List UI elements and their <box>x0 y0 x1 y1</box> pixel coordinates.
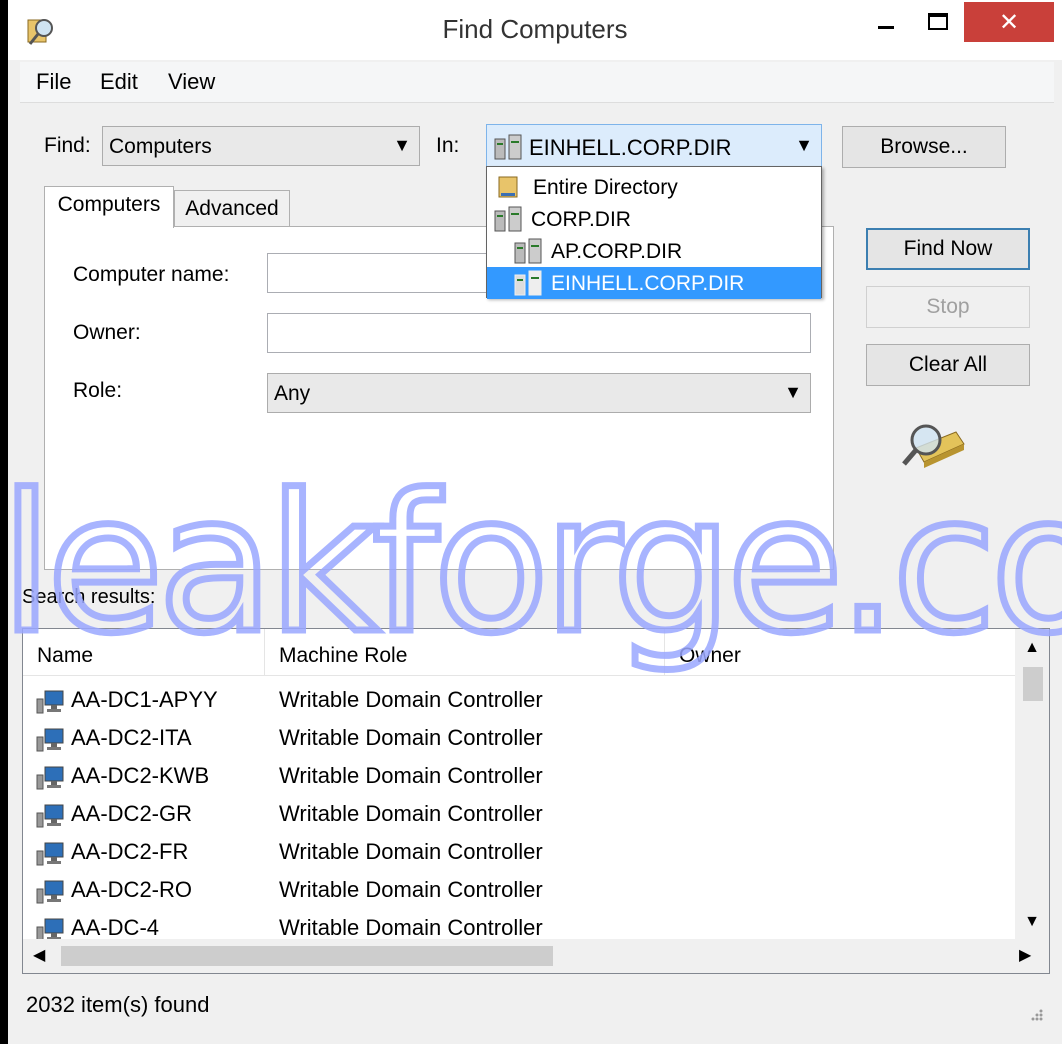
domain-dropdown-list: Entire Directory CORP.DIR AP.CORP.DIR EI… <box>486 166 822 299</box>
computer-icon <box>36 690 64 714</box>
column-header-machine-role[interactable]: Machine Role <box>265 629 665 675</box>
machine-role-cell: Writable Domain Controller <box>279 915 543 940</box>
machine-role-cell: Writable Domain Controller <box>279 839 543 864</box>
horizontal-scroll-thumb[interactable] <box>61 946 553 966</box>
machine-role-cell: Writable Domain Controller <box>279 877 543 902</box>
clear-all-button[interactable]: Clear All <box>866 344 1030 386</box>
domain-tree-icon <box>494 206 522 232</box>
owner-input[interactable] <box>267 313 811 353</box>
computer-name-cell: AA-DC2-GR <box>71 801 193 826</box>
computer-name-cell: AA-DC1-APYY <box>71 687 218 712</box>
vertical-scrollbar[interactable]: ▲ ▼ <box>1015 629 1049 939</box>
chevron-down-icon: ▼ <box>795 135 813 155</box>
column-header-owner[interactable]: Owner <box>665 629 1015 675</box>
table-row[interactable]: AA-DC2-GR Writable Domain Controller <box>23 795 1015 833</box>
computer-name-cell: AA-DC2-FR <box>71 839 189 864</box>
scroll-up-icon[interactable]: ▲ <box>1015 639 1049 657</box>
machine-role-cell: Writable Domain Controller <box>279 725 543 750</box>
machine-role-cell: Writable Domain Controller <box>279 763 543 788</box>
directory-icon <box>498 176 518 198</box>
browse-button[interactable]: Browse... <box>842 126 1006 168</box>
find-label: Find: <box>44 134 91 157</box>
search-magnifier-icon <box>902 424 965 468</box>
computer-name-cell: AA-DC2-KWB <box>71 763 210 788</box>
tab-computers[interactable]: Computers <box>44 186 174 228</box>
status-bar: 2032 item(s) found <box>22 982 1050 1026</box>
scroll-left-icon[interactable]: ◀ <box>33 945 45 965</box>
chevron-down-icon: ▼ <box>784 382 802 402</box>
stop-button[interactable]: Stop <box>866 286 1030 328</box>
domain-select[interactable]: EINHELL.CORP.DIR ▼ <box>486 124 822 168</box>
table-row[interactable]: AA-DC2-RO Writable Domain Controller <box>23 871 1015 909</box>
find-now-button[interactable]: Find Now <box>866 228 1030 270</box>
table-row[interactable]: AA-DC2-ITA Writable Domain Controller <box>23 719 1015 757</box>
computer-icon <box>36 880 64 904</box>
horizontal-scrollbar[interactable]: ◀ ▶ <box>23 939 1049 973</box>
dropdown-option-ap-corp-dir[interactable]: AP.CORP.DIR <box>487 235 821 267</box>
dropdown-option-label: CORP.DIR <box>531 208 631 231</box>
close-button[interactable]: ✕ <box>964 2 1054 42</box>
table-row[interactable]: AA-DC2-KWB Writable Domain Controller <box>23 757 1015 795</box>
owner-label: Owner: <box>73 321 141 344</box>
close-icon: ✕ <box>998 8 1020 36</box>
maximize-button[interactable] <box>912 2 964 42</box>
dropdown-option-einhell-corp-dir[interactable]: EINHELL.CORP.DIR <box>487 267 821 299</box>
find-type-select[interactable]: Computers ▼ <box>102 126 420 166</box>
minimize-icon <box>878 26 894 29</box>
role-label: Role: <box>73 379 123 402</box>
search-results-list: Name Machine Role Owner AA-DC1-APYY Writa… <box>22 628 1050 974</box>
computer-icon <box>36 842 64 866</box>
in-label: In: <box>436 134 460 157</box>
scroll-right-icon[interactable]: ▶ <box>1019 945 1031 965</box>
role-select[interactable]: Any ▼ <box>267 373 811 413</box>
maximize-icon <box>928 13 948 30</box>
tab-advanced[interactable]: Advanced <box>174 190 290 228</box>
domain-tree-icon <box>514 238 542 264</box>
minimize-button[interactable] <box>860 2 912 42</box>
status-text: 2032 item(s) found <box>26 992 210 1017</box>
computer-icon <box>36 804 64 828</box>
computer-name-label: Computer name: <box>73 263 230 286</box>
dropdown-option-corp-dir[interactable]: CORP.DIR <box>487 203 821 235</box>
domain-tree-icon <box>514 270 542 296</box>
dropdown-option-label: Entire Directory <box>533 176 678 199</box>
chevron-down-icon: ▼ <box>393 135 411 155</box>
vertical-scroll-thumb[interactable] <box>1023 667 1043 701</box>
menu-file[interactable]: File <box>36 69 71 95</box>
domain-tree-icon <box>494 134 522 160</box>
role-value: Any <box>274 382 311 405</box>
find-type-value: Computers <box>109 135 212 158</box>
table-row[interactable]: AA-DC1-APYY Writable Domain Controller <box>23 681 1015 719</box>
machine-role-cell: Writable Domain Controller <box>279 687 543 712</box>
table-row[interactable]: AA-DC2-FR Writable Domain Controller <box>23 833 1015 871</box>
find-computers-window: Find Computers ✕ File Edit View Find: Co… <box>8 0 1062 1044</box>
title-bar: Find Computers ✕ <box>8 0 1062 60</box>
computer-name-cell: AA-DC-4 <box>71 915 160 940</box>
machine-role-cell: Writable Domain Controller <box>279 801 543 826</box>
dropdown-option-entire-directory[interactable]: Entire Directory <box>487 171 821 203</box>
dropdown-option-label: EINHELL.CORP.DIR <box>551 272 745 295</box>
computer-name-cell: AA-DC2-RO <box>71 877 193 902</box>
scroll-down-icon[interactable]: ▼ <box>1015 913 1049 931</box>
search-results-label: Search results: <box>22 586 156 608</box>
results-header: Name Machine Role Owner <box>23 629 1015 676</box>
column-header-name[interactable]: Name <box>23 629 265 675</box>
resize-grip-icon[interactable] <box>1028 1006 1044 1022</box>
domain-value: EINHELL.CORP.DIR <box>529 135 732 160</box>
computer-icon <box>36 766 64 790</box>
menu-edit[interactable]: Edit <box>100 69 138 95</box>
computer-icon <box>36 728 64 752</box>
computer-name-cell: AA-DC2-ITA <box>71 725 192 750</box>
menu-view[interactable]: View <box>168 69 215 95</box>
dropdown-option-label: AP.CORP.DIR <box>551 240 683 263</box>
menu-bar: File Edit View <box>20 62 1054 103</box>
